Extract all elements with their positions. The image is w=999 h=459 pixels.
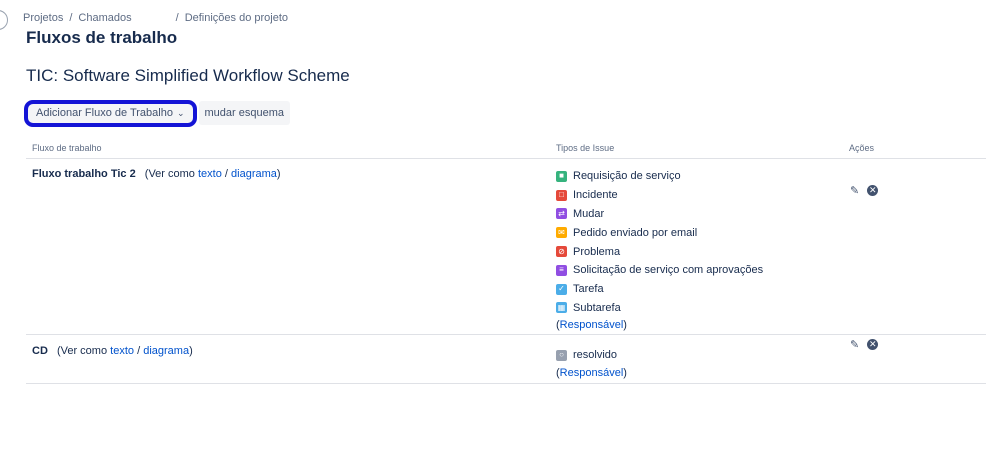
workflows-table: Fluxo de trabalho Tipos de Issue Ações F… [26,140,986,384]
pencil-icon[interactable]: ✎ [850,184,859,197]
chevron-down-icon: ⌄ [176,107,185,118]
issue-type-label: Pedido enviado por email [573,226,698,239]
breadcrumb-settings-link[interactable]: Definições do projeto [185,12,288,24]
breadcrumb: Projetos / Chamados / Definições do projeto [23,12,288,24]
workflow-cell: Fluxo trabalho Tic 2 (Ver como texto / d… [32,168,281,180]
responsible-close: ) [623,366,627,379]
responsible-note: (Responsável) [556,367,627,379]
table-row: CD (Ver como texto / diagrama) ○ resolvi… [26,335,986,384]
row-actions: ✎ ✕ [850,184,879,197]
toolbar: Adicionar Fluxo de Trabalho ⌄ mudar esqu… [24,98,291,128]
responsible-close: ) [623,319,627,332]
header-actions: Ações [849,143,875,153]
link-separator: / [137,345,141,357]
issue-types-list: ■ Requisição de serviço □ Incidente ⇄ Mu… [556,167,763,331]
issue-type-label: Mudar [573,207,605,220]
issue-type-label: Problema [573,245,621,258]
close-circle-icon[interactable]: ✕ [867,185,879,196]
responsible-link[interactable]: Responsável [560,367,624,379]
view-as-label: (Ver como [56,345,108,357]
approval-request-icon: ≡ [556,264,567,276]
responsible-link[interactable]: Responsável [560,319,624,331]
responsible-note: (Responsável) [556,319,763,331]
view-as-label: (Ver como [144,168,195,180]
issue-type-label: Incidente [573,189,618,202]
list-item: ⊘ Problema [556,242,763,261]
link-separator: / [224,168,228,180]
header-issue-types: Tipos de Issue [556,143,615,153]
issue-type-label: Solicitação de serviço com aprovações [573,264,764,277]
add-workflow-dropdown[interactable]: Adicionar Fluxo de Trabalho ⌄ [24,99,197,127]
email-icon: ✉ [556,227,567,239]
view-diagram-link[interactable]: diagrama [143,345,189,357]
issue-types-list: ○ resolvido (Responsável) [556,346,627,379]
list-item: ✉ Pedido enviado por email [556,223,763,242]
workflow-cell: CD (Ver como texto / diagrama) [32,345,193,357]
breadcrumb-project-link[interactable]: Chamados [78,12,131,24]
list-item: ⇄ Mudar [556,205,763,224]
incident-icon: □ [556,189,567,201]
header-workflow: Fluxo de trabalho [32,143,102,153]
breadcrumb-separator: / [69,12,73,24]
pencil-icon[interactable]: ✎ [850,338,859,351]
page-title: Fluxos de trabalho [26,28,178,47]
breadcrumb-projects-link[interactable]: Projetos [23,12,63,24]
table-row: Fluxo trabalho Tic 2 (Ver como texto / d… [26,159,986,335]
resolved-icon: ○ [556,349,567,361]
subtask-icon: ▦ [556,302,567,314]
list-item: □ Incidente [556,186,763,205]
back-button[interactable] [0,10,8,30]
row-actions: ✎ ✕ [850,338,879,351]
list-item: ■ Requisição de serviço [556,167,763,186]
view-text-link[interactable]: texto [110,345,134,357]
problem-icon: ⊘ [556,246,567,258]
issue-type-label: Subtarefa [573,301,621,314]
service-request-icon: ■ [556,170,567,182]
task-icon: ✓ [556,283,567,295]
list-item: ○ resolvido [556,346,627,365]
close-circle-icon[interactable]: ✕ [867,339,879,350]
table-header: Fluxo de trabalho Tipos de Issue Ações [26,140,986,159]
change-scheme-button[interactable]: mudar esquema [198,101,291,125]
issue-type-label: Tarefa [573,283,604,296]
breadcrumb-separator: / [175,12,179,24]
issue-type-label: resolvido [573,349,618,362]
workflow-name: CD [32,345,48,357]
view-diagram-link[interactable]: diagrama [231,168,277,180]
view-as-close: ) [189,345,193,357]
scheme-title: TIC: Software Simplified Workflow Scheme [26,66,350,85]
add-workflow-label: Adicionar Fluxo de Trabalho [36,107,173,119]
workflow-name: Fluxo trabalho Tic 2 [32,168,136,180]
list-item: ✓ Tarefa [556,280,763,299]
change-icon: ⇄ [556,208,567,220]
issue-type-label: Requisição de serviço [573,170,681,183]
list-item: ≡ Solicitação de serviço com aprovações [556,261,763,280]
view-as-close: ) [276,168,281,180]
view-text-link[interactable]: texto [198,168,222,180]
list-item: ▦ Subtarefa [556,299,763,318]
